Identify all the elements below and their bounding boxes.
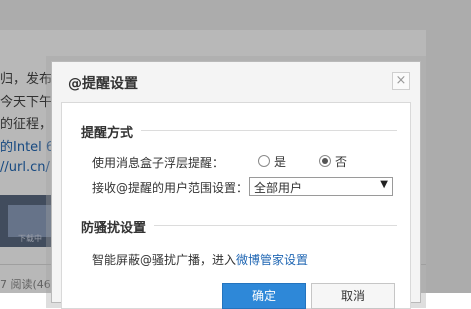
dialog-title: @提醒设置	[68, 76, 138, 92]
scope-select-value: 全部用户	[254, 181, 303, 195]
scope-label: 接收@提醒的用户范围设置：	[92, 181, 249, 195]
radio-no[interactable]	[319, 155, 331, 167]
scope-select[interactable]: 全部用户 ▼	[249, 177, 393, 196]
radio-yes[interactable]	[258, 155, 270, 167]
weibo-manager-settings-link[interactable]: 微博管家设置	[236, 253, 308, 267]
anti-harassment-prefix: 智能屏蔽@骚扰广播，进入	[92, 253, 237, 267]
radio-yes-label[interactable]: 是	[274, 153, 286, 170]
anti-harassment-text: 智能屏蔽@骚扰广播，进入微博管家设置	[92, 251, 308, 268]
section-heading-anti-harassment: 防骚扰设置	[81, 217, 155, 236]
close-button[interactable]: ×	[392, 72, 410, 90]
section-heading-reminder-method: 提醒方式	[81, 122, 142, 141]
dialog-body: 提醒方式 使用消息盒子浮层提醒： 是 否 接收@提醒的用户范围设置： 全部用户 …	[61, 102, 411, 309]
popup-reminder-label: 使用消息盒子浮层提醒：	[92, 156, 225, 170]
dropdown-arrow-icon: ▼	[380, 179, 388, 190]
confirm-button[interactable]: 确定	[222, 283, 306, 309]
close-icon: ×	[395, 73, 407, 88]
radio-no-label[interactable]: 否	[335, 153, 347, 170]
cancel-button[interactable]: 取消	[311, 283, 395, 309]
mention-settings-dialog: @提醒设置 × 提醒方式 使用消息盒子浮层提醒： 是 否 接收@提醒的用户范围设…	[51, 61, 421, 309]
